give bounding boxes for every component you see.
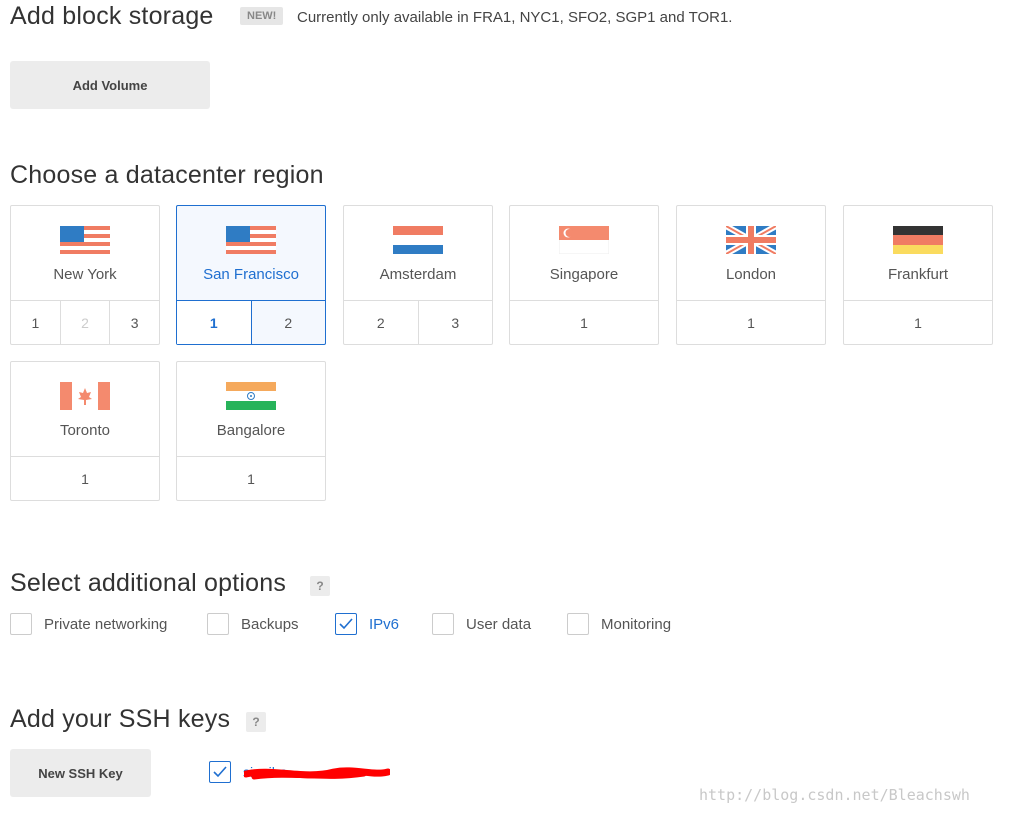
- region-name: San Francisco: [203, 266, 299, 283]
- option-label: Private networking: [44, 615, 168, 633]
- ssh-help-icon[interactable]: ?: [246, 712, 266, 732]
- region-card-frankfurt[interactable]: Frankfurt 1: [843, 205, 993, 345]
- region-card-new-york[interactable]: New York 1 2 3: [10, 205, 160, 345]
- datacenter-option[interactable]: 1: [11, 301, 60, 344]
- new-badge: NEW!: [240, 7, 284, 25]
- region-name: Toronto: [59, 422, 111, 439]
- datacenter-option[interactable]: 1: [11, 457, 159, 500]
- checkbox[interactable]: [567, 613, 589, 635]
- datacenter-option: 2: [59, 301, 110, 344]
- options-help-icon[interactable]: ?: [310, 576, 330, 596]
- option-label: IPv6: [369, 615, 400, 633]
- option-label: User data: [466, 615, 532, 633]
- region-card-san-francisco[interactable]: San Francisco 1 2: [176, 205, 326, 345]
- de-flag-icon: [893, 226, 943, 254]
- datacenter-option[interactable]: 2: [344, 301, 418, 344]
- monitoring-option[interactable]: Monitoring: [567, 612, 671, 636]
- block-storage-title: Add block storage: [10, 2, 214, 30]
- datacenter-option[interactable]: 1: [844, 301, 992, 344]
- datacenter-option[interactable]: 1: [177, 457, 325, 500]
- region-name: Frankfurt: [887, 266, 948, 283]
- user-data-option[interactable]: User data: [432, 612, 531, 636]
- us-flag-icon: [60, 226, 110, 254]
- checkbox-checked[interactable]: [335, 613, 357, 635]
- option-label: Monitoring: [601, 615, 672, 633]
- sg-flag-icon: [559, 226, 609, 254]
- region-card-amsterdam[interactable]: Amsterdam 2 3: [343, 205, 493, 345]
- nl-flag-icon: [393, 226, 443, 254]
- region-card-bangalore[interactable]: Bangalore 1: [176, 361, 326, 501]
- datacenter-option[interactable]: 1: [677, 301, 825, 344]
- private-networking-option[interactable]: Private networking: [10, 612, 167, 636]
- checkbox[interactable]: [10, 613, 32, 635]
- in-flag-icon: [226, 382, 276, 410]
- checkmark-icon: [213, 766, 227, 778]
- region-name: London: [725, 266, 777, 283]
- add-volume-button[interactable]: Add Volume: [10, 61, 210, 109]
- backups-option[interactable]: Backups: [207, 612, 299, 636]
- region-card-singapore[interactable]: Singapore 1: [509, 205, 659, 345]
- datacenter-option[interactable]: 1: [177, 301, 251, 344]
- datacenter-option[interactable]: 1: [510, 301, 658, 344]
- us-flag-icon: [226, 226, 276, 254]
- ipv6-option[interactable]: IPv6: [335, 612, 399, 636]
- watermark: http://blog.csdn.net/Bleachswh: [699, 786, 970, 804]
- region-name: Amsterdam: [379, 266, 457, 283]
- region-name: New York: [53, 266, 117, 283]
- datacenter-option[interactable]: 2: [250, 301, 326, 344]
- region-card-london[interactable]: London 1: [676, 205, 826, 345]
- checkbox[interactable]: [432, 613, 454, 635]
- checkbox-checked[interactable]: [209, 761, 231, 783]
- region-name: Bangalore: [216, 422, 286, 439]
- block-storage-note: Currently only available in FRA1, NYC1, …: [297, 9, 733, 26]
- region-card-toronto[interactable]: Toronto 1: [10, 361, 160, 501]
- redaction-scribble: [244, 767, 390, 780]
- region-section-title: Choose a datacenter region: [10, 161, 324, 189]
- new-ssh-key-button[interactable]: New SSH Key: [10, 749, 151, 797]
- region-name: Singapore: [549, 266, 619, 283]
- datacenter-option[interactable]: 3: [417, 301, 493, 344]
- uk-flag-icon: [726, 226, 776, 254]
- checkmark-icon: [339, 618, 353, 630]
- checkbox[interactable]: [207, 613, 229, 635]
- options-section-title: Select additional options: [10, 569, 287, 597]
- option-label: Backups: [241, 615, 299, 633]
- ca-flag-icon: [60, 382, 110, 410]
- datacenter-option[interactable]: 3: [109, 301, 159, 344]
- ssh-section-title: Add your SSH keys: [10, 705, 231, 733]
